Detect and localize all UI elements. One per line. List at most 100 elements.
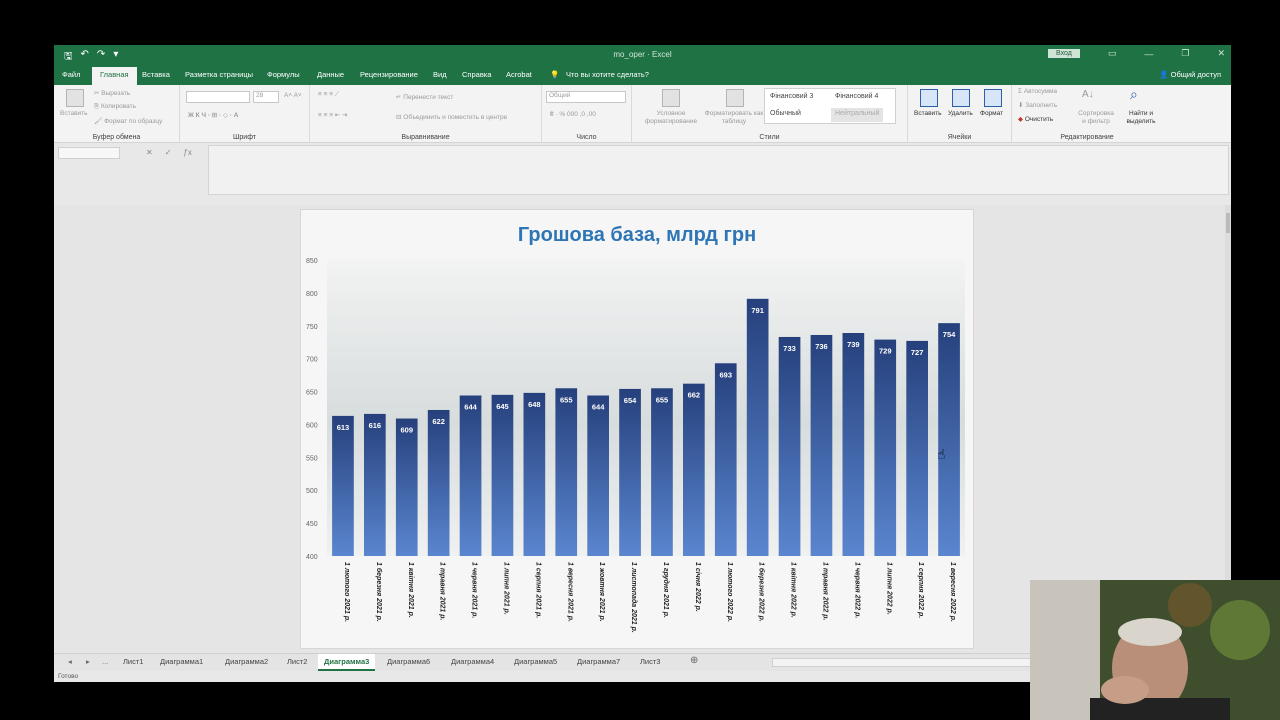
x-tick-label: 1 серпня 2021 р.: [534, 562, 541, 618]
webcam-overlay: [1030, 580, 1280, 720]
x-tick-label: 1 жовтня 2021 р.: [598, 562, 605, 622]
find-select-button[interactable]: Найти и выделить: [1122, 110, 1160, 126]
sheet-tab-chart4[interactable]: Диаграмма4: [451, 657, 494, 666]
add-sheet-icon[interactable]: ⊕: [690, 655, 698, 666]
tab-help[interactable]: Справка: [462, 70, 491, 79]
fill-button[interactable]: ⬇ Заполнить: [1018, 101, 1057, 109]
format-painter-button[interactable]: 🖌 Формат по образцу: [94, 117, 162, 125]
style-neutral[interactable]: Нейтральный: [831, 108, 884, 122]
sheet-tab-chart1[interactable]: Диаграмма1: [160, 657, 203, 666]
x-tick-label: 1 січня 2022 р.: [694, 562, 702, 612]
format-as-table-icon[interactable]: [726, 89, 744, 107]
tell-me-box[interactable]: Что вы хотите сделать?: [566, 70, 649, 79]
data-label: 645: [496, 402, 509, 411]
tab-file[interactable]: Файл: [62, 70, 80, 79]
x-tick-label: 1 березня 2022 р.: [758, 562, 766, 622]
number-format-box[interactable]: Общий: [546, 91, 626, 103]
y-axis: 400 450 500 550 600 650 700 750 800 850: [306, 258, 318, 561]
font-size-box[interactable]: 28: [253, 91, 279, 103]
formula-buttons: ✕ ✓ ƒx: [146, 148, 192, 157]
minimize-icon[interactable]: —: [1144, 49, 1153, 59]
plot-area: [327, 260, 965, 556]
tab-insert[interactable]: Вставка: [142, 70, 170, 79]
tab-data[interactable]: Данные: [317, 70, 344, 79]
restore-icon[interactable]: ❐: [1181, 48, 1189, 59]
style-financial-3[interactable]: Фінансовий 3: [766, 91, 817, 105]
tab-review[interactable]: Рецензирование: [360, 70, 418, 79]
sheet-tab-chart3[interactable]: Диаграмма3: [318, 654, 376, 671]
conditional-format-icon[interactable]: [662, 89, 680, 107]
close-icon[interactable]: ✕: [1217, 48, 1225, 59]
tab-page-layout[interactable]: Разметка страницы: [185, 70, 253, 79]
delete-cells-icon[interactable]: [952, 89, 970, 107]
format-as-table-button[interactable]: Форматировать как таблицу: [704, 110, 764, 126]
next-sheet-icon[interactable]: ▸: [86, 657, 90, 666]
signin-button[interactable]: Вход: [1048, 49, 1080, 58]
number-format-icons[interactable]: ₴ · % 000 ,0 ,00: [550, 111, 596, 118]
vertical-scroll-thumb[interactable]: [1226, 213, 1230, 233]
sheet-tab-chart2[interactable]: Диаграмма2: [225, 657, 268, 666]
chart-area[interactable]: Грошова база, млрд грн 400 450 500 550 600 65…: [300, 209, 974, 649]
sheet-tab-list1[interactable]: Лист1: [123, 657, 143, 666]
tab-home[interactable]: Главная: [92, 67, 137, 85]
ribbon: Вставить ✂ Вырезать ⎘ Копировать 🖌 Форма…: [54, 85, 1231, 143]
x-tick-label: 1 грудня 2021 р.: [662, 562, 670, 618]
delete-cells-button[interactable]: Удалить: [948, 110, 973, 117]
x-tick-label: 1 квітня 2022 р.: [790, 562, 798, 618]
more-sheets-icon[interactable]: ...: [102, 657, 108, 666]
data-label: 616: [369, 421, 382, 430]
x-tick-label: 1 листопада 2021 р.: [630, 562, 638, 633]
bar: [651, 388, 673, 556]
insert-cells-icon[interactable]: [920, 89, 938, 107]
x-tick-label: 1 вересня 2022 р.: [949, 562, 956, 622]
cancel-icon[interactable]: ✕: [146, 148, 153, 157]
clear-button[interactable]: ◆ Очистить: [1018, 115, 1053, 123]
data-label: 791: [751, 306, 764, 315]
merge-center-button[interactable]: ⊟ Объединить и поместить в центре: [396, 113, 507, 121]
y-tick-label: 650: [306, 390, 318, 397]
data-label: 733: [783, 344, 796, 353]
sort-filter-button[interactable]: Сортировка и фильтр: [1076, 110, 1116, 126]
bold-italic-underline-icons[interactable]: Ж К Ч · ⊞ · ◇ · A: [188, 111, 239, 119]
autosum-button[interactable]: Σ Автосумма: [1018, 88, 1057, 95]
style-financial-4[interactable]: Фінансовий 4: [831, 91, 882, 105]
align-icons[interactable]: ≡ ≡ ≡ ⟋: [318, 91, 339, 99]
horizontal-scrollbar[interactable]: [772, 658, 1042, 667]
sheet-tab-chart5[interactable]: Диаграмма5: [514, 657, 557, 666]
name-box[interactable]: [58, 147, 120, 159]
format-cells-icon[interactable]: [984, 89, 1002, 107]
formula-input[interactable]: [208, 145, 1229, 195]
ribbon-display-icon[interactable]: ▭: [1108, 48, 1117, 59]
style-normal[interactable]: Обычный: [766, 108, 805, 122]
prev-sheet-icon[interactable]: ◂: [68, 657, 72, 666]
x-tick-label: 1 червня 2021 р.: [471, 562, 478, 618]
copy-button[interactable]: ⎘ Копировать: [94, 103, 136, 111]
enter-icon[interactable]: ✓: [165, 148, 172, 157]
sheet-tab-list3[interactable]: Лист3: [640, 657, 660, 666]
sheet-tab-list2[interactable]: Лист2: [287, 657, 307, 666]
halign-icons[interactable]: ≡ ≡ ≡ ⇤ ⇥: [318, 111, 348, 119]
wrap-text-button[interactable]: ↵ Перенести текст: [396, 93, 453, 101]
tab-formulas[interactable]: Формулы: [267, 70, 300, 79]
magnifier-icon[interactable]: ⌕: [1130, 86, 1138, 103]
paste-button[interactable]: Вставить: [60, 110, 88, 117]
sort-filter-icon[interactable]: A↓: [1082, 89, 1094, 100]
tab-acrobat[interactable]: Acrobat: [506, 70, 532, 79]
cut-button[interactable]: ✂ Вырезать: [94, 89, 130, 97]
conditional-format-button[interactable]: Условное форматирование: [638, 110, 704, 126]
number-label: Число: [576, 134, 597, 141]
font-name-box[interactable]: [186, 91, 250, 103]
share-button[interactable]: 👤 Общий доступ: [1159, 70, 1221, 79]
sheet-tab-chart7[interactable]: Диаграмма7: [577, 657, 620, 666]
insert-cells-button[interactable]: Вставить: [914, 110, 942, 117]
paste-icon[interactable]: [66, 89, 84, 107]
function-icon[interactable]: ƒx: [183, 148, 191, 157]
grow-shrink-font-icon[interactable]: A˄ A˅: [284, 92, 302, 99]
sheet-tab-chart6[interactable]: Диаграмма6: [387, 657, 430, 666]
format-cells-button[interactable]: Формат: [980, 110, 1003, 117]
tab-view[interactable]: Вид: [433, 70, 447, 79]
y-tick-label: 550: [306, 455, 318, 462]
bar: [938, 323, 960, 556]
ribbon-tabs: Файл Главная Вставка Разметка страницы Ф…: [54, 65, 1231, 85]
cells-group: Вставить Удалить Формат Ячейки: [908, 85, 1012, 143]
